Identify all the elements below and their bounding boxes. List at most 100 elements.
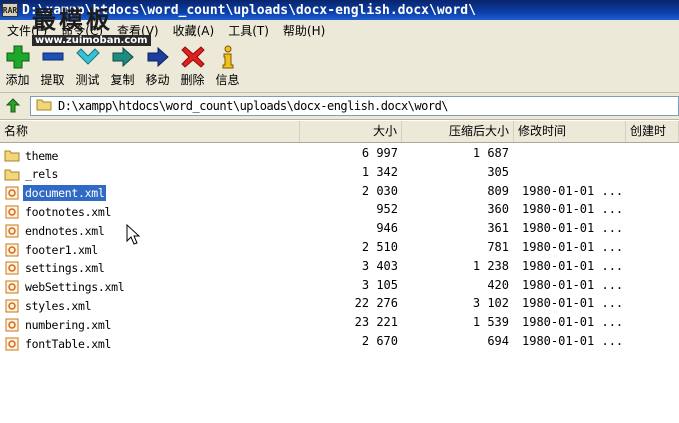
xml-file-icon	[4, 186, 20, 200]
file-packed-size: 809	[487, 183, 509, 198]
file-packed-size: 1 539	[472, 315, 509, 330]
file-modified: 1980-01-01 ...	[522, 277, 624, 292]
column-modified[interactable]: 修改时间	[514, 121, 626, 142]
toolbar: 添加 提取 测试 复制 移动 删除 信息	[0, 40, 679, 93]
rar-archive-icon[interactable]: RAR	[2, 3, 18, 17]
file-size: 23 221	[354, 315, 398, 330]
file-row[interactable]: footnotes.xml 952 360 1980-01-01 ...	[0, 202, 679, 221]
column-name[interactable]: 名称	[0, 121, 300, 142]
file-name: fontTable.xml	[25, 336, 112, 351]
file-row[interactable]: fontTable.xml 2 670 694 1980-01-01 ...	[0, 334, 679, 353]
file-row[interactable]: settings.xml 3 403 1 238 1980-01-01 ...	[0, 259, 679, 278]
file-name: document.xml	[23, 185, 107, 202]
file-name: webSettings.xml	[25, 280, 125, 295]
copy-button[interactable]: 复制	[105, 40, 140, 92]
xml-file-icon	[4, 318, 20, 332]
mouse-cursor-icon	[126, 223, 141, 249]
xml-file-icon	[4, 299, 20, 313]
file-modified: 1980-01-01 ...	[522, 296, 624, 311]
file-name-cell: footer1.xml	[4, 240, 100, 259]
xml-file-icon	[4, 243, 20, 257]
file-modified: 1980-01-01 ...	[522, 334, 624, 348]
info-button[interactable]: 信息	[210, 40, 245, 92]
file-name: endnotes.xml	[25, 223, 105, 238]
file-size: 2 670	[361, 334, 398, 348]
column-header: 名称 大小 压缩后大小 修改时间 创建时	[0, 121, 679, 143]
up-folder-button[interactable]	[4, 98, 22, 117]
xml-file-icon	[4, 224, 20, 238]
file-row[interactable]: _rels 1 342 305	[0, 165, 679, 184]
file-packed-size: 1 687	[472, 146, 509, 160]
file-name: footnotes.xml	[25, 204, 112, 219]
copy-label: 复制	[110, 73, 135, 87]
file-modified: 1980-01-01 ...	[522, 315, 624, 330]
menu-favorites[interactable]: 收藏(A)	[166, 22, 222, 39]
file-row[interactable]: document.xml 2 030 809 1980-01-01 ...	[0, 184, 679, 203]
file-name-cell: webSettings.xml	[4, 278, 126, 297]
menu-help[interactable]: 帮助(H)	[276, 22, 332, 39]
column-size[interactable]: 大小	[300, 121, 402, 142]
file-packed-size: 361	[487, 221, 509, 236]
address-bar: D:\xampp\htdocs\word_count\uploads\docx-…	[0, 93, 679, 120]
file-list: theme 6 997 1 687 _rels 1 342 305 document.xml…	[0, 143, 679, 423]
file-size: 1 342	[361, 164, 398, 179]
column-packed-size[interactable]: 压缩后大小	[402, 121, 514, 142]
address-field[interactable]: D:\xampp\htdocs\word_count\uploads\docx-…	[30, 96, 679, 116]
file-size: 3 105	[361, 277, 398, 292]
file-packed-size: 694	[487, 334, 509, 348]
add-label: 添加	[5, 73, 30, 87]
file-packed-size: 420	[487, 277, 509, 292]
extract-button[interactable]: 提取	[35, 40, 70, 92]
xml-file-icon	[4, 261, 20, 275]
watermark-text: 最模板	[32, 5, 113, 34]
file-name: numbering.xml	[25, 317, 112, 332]
file-modified: 1980-01-01 ...	[522, 221, 624, 236]
move-button[interactable]: 移动	[140, 40, 175, 92]
file-name-cell: styles.xml	[4, 296, 93, 315]
file-name-cell: settings.xml	[4, 259, 106, 278]
column-created[interactable]: 创建时	[626, 121, 679, 142]
file-row[interactable]: webSettings.xml 3 105 420 1980-01-01 ...	[0, 278, 679, 297]
folder-icon	[4, 167, 20, 181]
info-label: 信息	[215, 73, 240, 87]
file-packed-size: 3 102	[472, 296, 509, 311]
delete-label: 删除	[180, 73, 205, 87]
delete-button[interactable]: 删除	[175, 40, 210, 92]
watermark: 最模板 www.zuimoban.com	[32, 8, 151, 46]
file-row[interactable]: endnotes.xml 946 361 1980-01-01 ...	[0, 221, 679, 240]
file-name: theme	[25, 148, 59, 163]
file-size: 952	[376, 202, 398, 217]
file-name: _rels	[25, 167, 59, 182]
file-name-cell: fontTable.xml	[4, 334, 113, 353]
menu-tools[interactable]: 工具(T)	[221, 22, 276, 39]
file-row[interactable]: theme 6 997 1 687	[0, 146, 679, 165]
file-name-cell: _rels	[4, 165, 60, 184]
info-icon	[216, 45, 240, 69]
file-size: 3 403	[361, 258, 398, 273]
xml-file-icon	[4, 280, 20, 294]
file-row[interactable]: numbering.xml 23 221 1 539 1980-01-01 ...	[0, 315, 679, 334]
up-arrow-icon	[5, 98, 21, 113]
xml-file-icon	[4, 337, 20, 351]
test-button[interactable]: 测试	[70, 40, 105, 92]
file-name: styles.xml	[25, 298, 92, 313]
file-name-cell: numbering.xml	[4, 315, 113, 334]
file-packed-size: 1 238	[472, 258, 509, 273]
file-modified: 1980-01-01 ...	[522, 183, 624, 198]
file-packed-size: 360	[487, 202, 509, 217]
minus-icon	[41, 45, 65, 69]
address-path: D:\xampp\htdocs\word_count\uploads\docx-…	[58, 99, 449, 113]
add-button[interactable]: 添加	[0, 40, 35, 92]
file-size: 946	[376, 221, 398, 236]
folder-icon	[4, 149, 20, 163]
file-name-cell: theme	[4, 146, 60, 165]
file-packed-size: 305	[487, 164, 509, 179]
file-row[interactable]: footer1.xml 2 510 781 1980-01-01 ...	[0, 240, 679, 259]
file-size: 22 276	[354, 296, 398, 311]
file-name-cell: footnotes.xml	[4, 202, 113, 221]
xml-file-icon	[4, 205, 20, 219]
file-modified: 1980-01-01 ...	[522, 258, 624, 273]
file-modified: 1980-01-01 ...	[522, 240, 624, 254]
file-row[interactable]: styles.xml 22 276 3 102 1980-01-01 ...	[0, 296, 679, 315]
move-label: 移动	[145, 73, 170, 87]
